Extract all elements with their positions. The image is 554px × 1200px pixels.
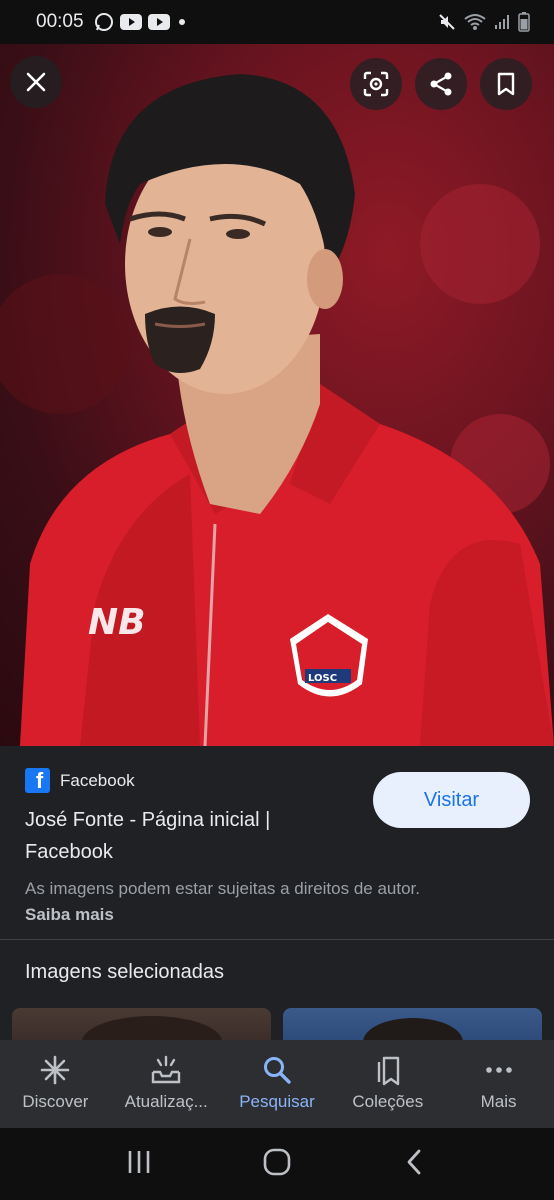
- home-icon: [263, 1148, 291, 1175]
- copyright-notice: As imagens podem estar sujeitas a direit…: [25, 876, 455, 928]
- lens-button[interactable]: [350, 58, 402, 110]
- collections-icon: [377, 1056, 399, 1086]
- youtube-icon: [147, 14, 170, 30]
- status-time: 00:05: [36, 11, 84, 32]
- asterisk-icon: [41, 1055, 70, 1085]
- result-info: f Facebook José Fonte - Página inicial |…: [0, 746, 554, 940]
- nav-label: Pesquisar: [239, 1092, 315, 1111]
- nav-more[interactable]: Mais: [443, 1040, 554, 1128]
- share-button[interactable]: [415, 58, 467, 110]
- status-bar: 00:05: [0, 0, 554, 44]
- whatsapp-icon: [94, 12, 114, 32]
- status-app-icons: [94, 12, 188, 32]
- signal-icon: [494, 14, 510, 30]
- battery-icon: [518, 12, 530, 32]
- status-right-icons: [438, 12, 530, 32]
- facebook-icon: f: [25, 768, 50, 793]
- wifi-icon: [464, 13, 486, 31]
- nav-label: Mais: [480, 1092, 517, 1111]
- nav-label: Coleções: [352, 1092, 424, 1111]
- home-button[interactable]: [262, 1147, 292, 1182]
- nav-collections[interactable]: Coleções: [332, 1040, 443, 1128]
- more-icon: [485, 1067, 512, 1073]
- related-thumbnail[interactable]: [283, 1008, 542, 1044]
- share-icon: [430, 72, 452, 96]
- image-preview[interactable]: NB LOSC: [0, 44, 554, 746]
- source-row[interactable]: f Facebook: [25, 768, 135, 793]
- player-photo: NB LOSC: [0, 74, 554, 746]
- recent-apps-button[interactable]: [124, 1147, 154, 1182]
- visit-button[interactable]: Visitar: [373, 772, 530, 828]
- bottom-navigation: Discover Atualizaç... Pesquisar Coleções…: [0, 1040, 554, 1128]
- nav-search[interactable]: Pesquisar: [222, 1040, 333, 1128]
- youtube-icon: [119, 14, 142, 30]
- mute-icon: [438, 13, 456, 31]
- nav-label: Discover: [22, 1092, 89, 1111]
- learn-more-link[interactable]: Saiba mais: [25, 905, 114, 924]
- result-title[interactable]: José Fonte - Página inicial | Facebook: [25, 804, 345, 868]
- recent-apps-icon: [128, 1150, 150, 1173]
- system-navigation: [0, 1128, 554, 1200]
- lens-icon: [363, 71, 389, 97]
- updates-icon: [151, 1055, 181, 1084]
- close-button[interactable]: [10, 56, 62, 108]
- search-icon: [263, 1057, 291, 1084]
- related-thumbnail[interactable]: [12, 1008, 271, 1044]
- nav-discover[interactable]: Discover: [0, 1040, 111, 1128]
- bookmark-icon: [497, 72, 515, 96]
- close-icon: [26, 72, 46, 92]
- bookmark-button[interactable]: [480, 58, 532, 110]
- nav-updates[interactable]: Atualizaç...: [111, 1040, 222, 1128]
- svg-text:LOSC: LOSC: [308, 673, 337, 684]
- copyright-text: As imagens podem estar sujeitas a direit…: [25, 879, 420, 898]
- svg-text:NB: NB: [88, 602, 146, 643]
- back-icon: [407, 1149, 421, 1174]
- nav-label: Atualizaç...: [124, 1092, 208, 1111]
- source-name: Facebook: [60, 770, 135, 790]
- related-heading: Imagens selecionadas: [25, 961, 225, 983]
- back-button[interactable]: [400, 1147, 430, 1182]
- dot-icon: [176, 16, 188, 28]
